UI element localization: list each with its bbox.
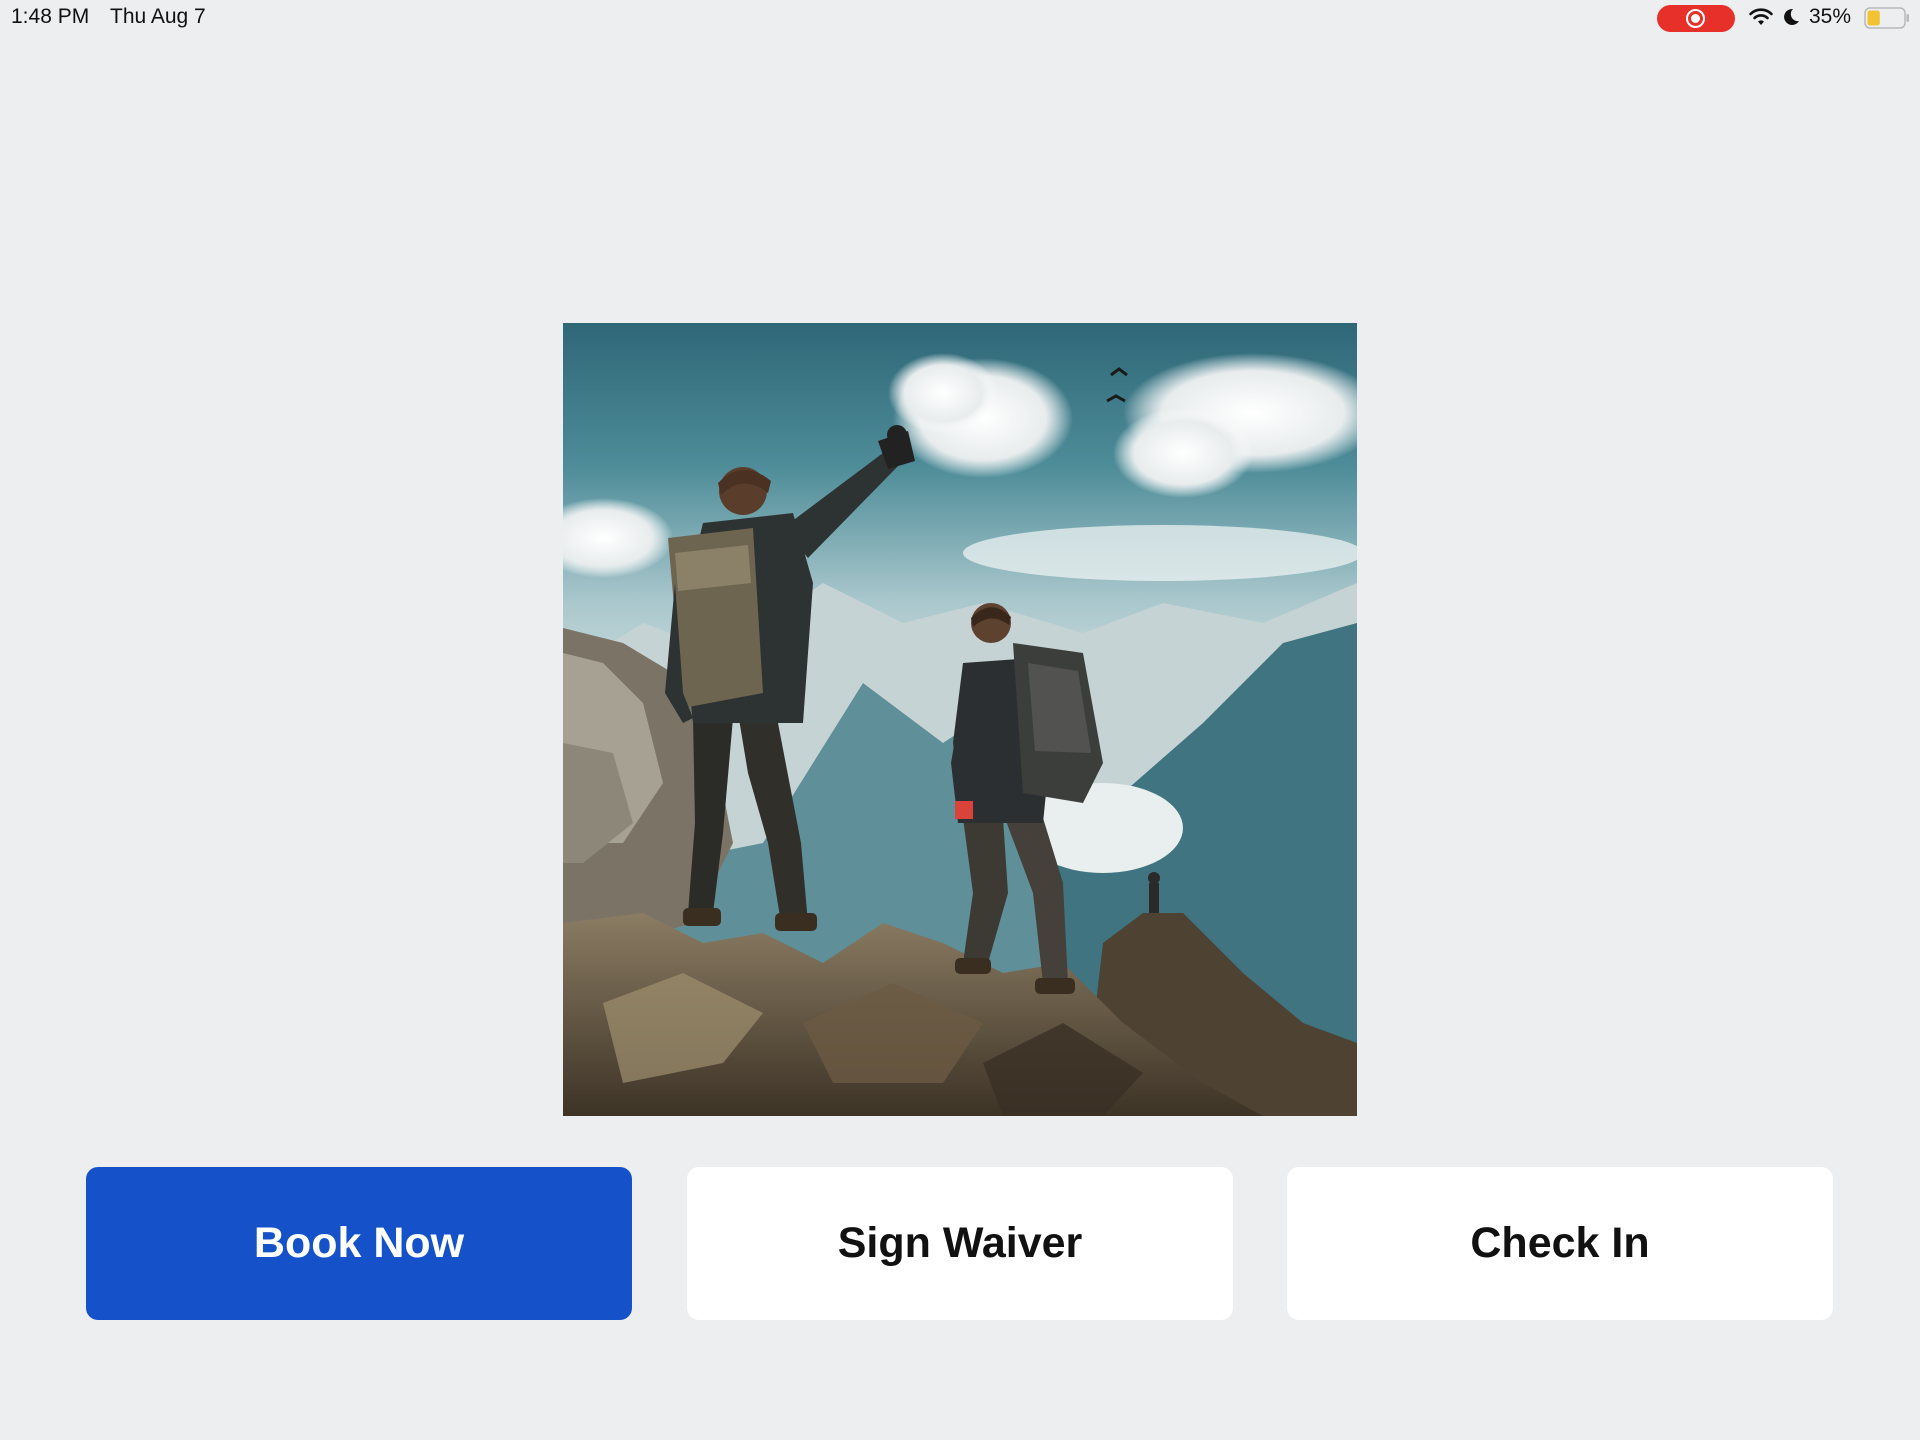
sign-waiver-button[interactable]: Sign Waiver	[687, 1167, 1233, 1320]
battery-percent: 35%	[1809, 5, 1852, 28]
check-in-button[interactable]: Check In	[1287, 1167, 1833, 1320]
hero-image	[563, 323, 1357, 1116]
battery-icon	[1864, 7, 1909, 29]
mountain-hikers-photo	[563, 323, 1357, 1116]
status-date: Thu Aug 7	[110, 5, 206, 28]
status-bar: 1:48 PM Thu Aug 7 35%	[0, 0, 1920, 36]
wifi-icon	[1749, 8, 1773, 25]
screen-recording-icon[interactable]	[1657, 5, 1735, 32]
book-now-button[interactable]: Book Now	[86, 1167, 632, 1320]
do-not-disturb-moon-icon	[1784, 8, 1799, 25]
status-time: 1:48 PM	[11, 5, 90, 28]
